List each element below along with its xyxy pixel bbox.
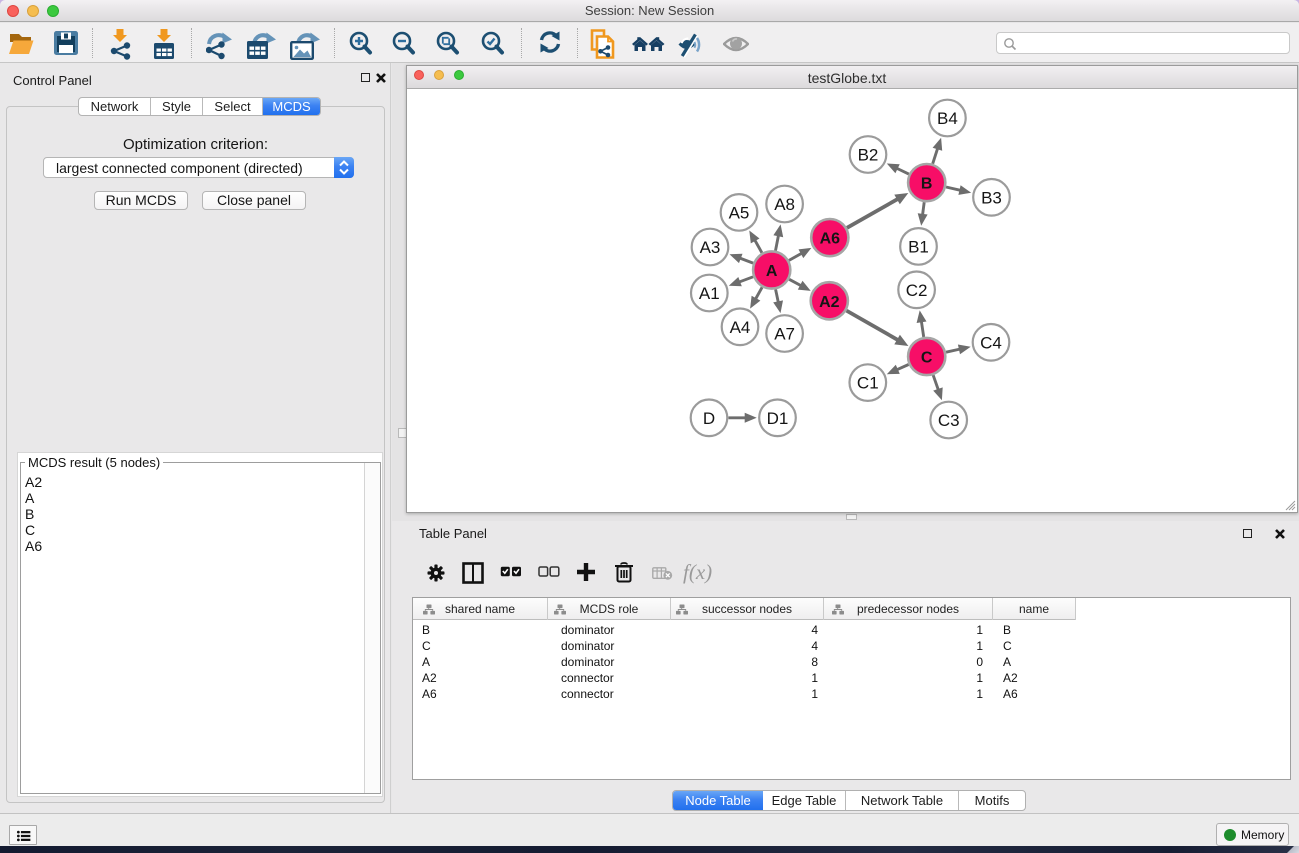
svg-text:B: B — [921, 176, 933, 193]
svg-text:B2: B2 — [858, 146, 879, 165]
svg-text:A2: A2 — [819, 294, 840, 311]
svg-text:D1: D1 — [767, 409, 789, 428]
svg-text:C2: C2 — [906, 281, 928, 300]
svg-text:C3: C3 — [938, 411, 960, 430]
svg-text:A4: A4 — [730, 318, 751, 337]
svg-text:B1: B1 — [908, 237, 929, 256]
svg-text:A3: A3 — [700, 238, 721, 257]
svg-text:A5: A5 — [729, 203, 750, 222]
svg-text:A6: A6 — [820, 231, 841, 248]
svg-text:C: C — [921, 350, 933, 367]
svg-text:A: A — [766, 263, 778, 280]
svg-text:C1: C1 — [857, 374, 879, 393]
svg-text:D: D — [703, 409, 715, 428]
svg-text:B4: B4 — [937, 109, 958, 128]
svg-text:A1: A1 — [699, 284, 720, 303]
svg-text:B3: B3 — [981, 188, 1002, 207]
svg-text:C4: C4 — [980, 333, 1002, 352]
svg-text:A8: A8 — [774, 195, 795, 214]
svg-text:A7: A7 — [774, 325, 795, 344]
